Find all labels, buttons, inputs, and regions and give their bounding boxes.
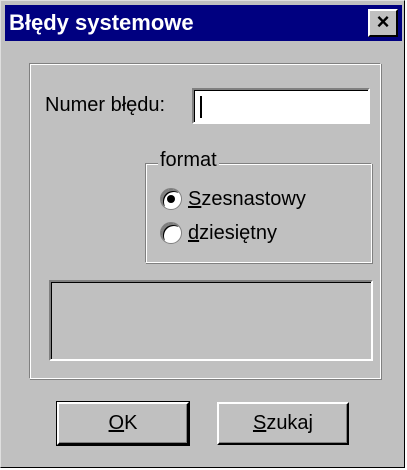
close-icon: ×	[376, 9, 390, 34]
error-number-label: Numer błędu:	[45, 94, 166, 116]
radio-decimal-label[interactable]: dziesiętny	[188, 222, 277, 245]
title-bar[interactable]: Błędy systemowe ×	[5, 5, 402, 41]
search-button[interactable]: Szukaj	[217, 402, 349, 445]
text-caret	[200, 96, 202, 118]
radio-selected-dot	[167, 195, 175, 203]
radio-hexadecimal[interactable]	[160, 188, 182, 210]
dialog-window: Błędy systemowe × Numer błędu: format Sz…	[0, 0, 405, 468]
window-title: Błędy systemowe	[9, 10, 194, 35]
radio-hexadecimal-label[interactable]: Szesnastowy	[188, 188, 306, 211]
close-button[interactable]: ×	[368, 9, 398, 37]
format-group-label: format	[158, 149, 219, 172]
format-groupbox	[145, 163, 372, 263]
error-message-area	[49, 280, 373, 361]
radio-decimal[interactable]	[160, 222, 182, 244]
error-number-input[interactable]	[192, 88, 370, 124]
ok-button[interactable]: OK	[56, 401, 190, 446]
